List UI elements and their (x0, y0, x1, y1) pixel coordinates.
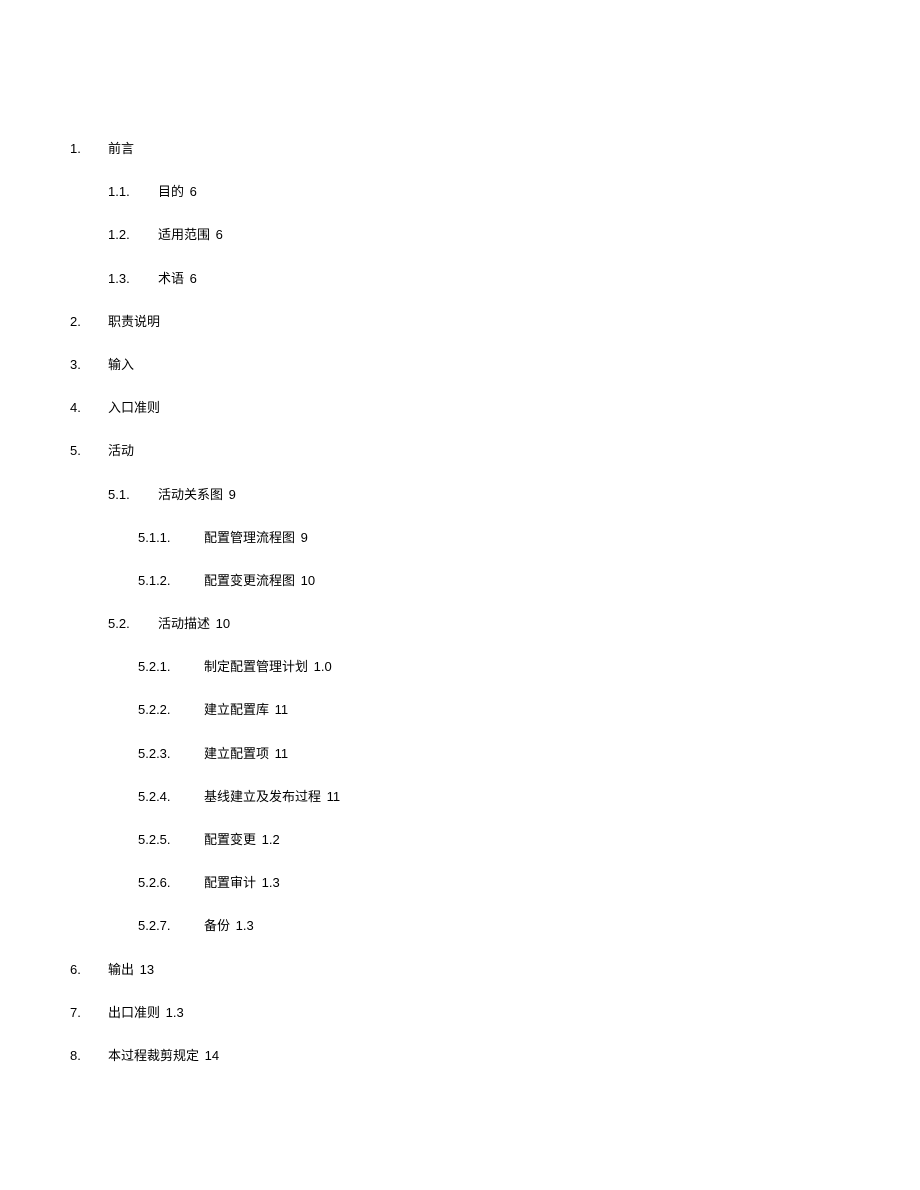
toc-title: 出口准则 (108, 1005, 160, 1020)
toc-title: 配置审计 (204, 875, 256, 890)
toc-entry: 5.2.3. 建立配置项 11 (138, 745, 850, 763)
toc-page: 6 (190, 271, 197, 286)
toc-page: 1.3 (262, 875, 280, 890)
toc-page: 14 (205, 1048, 219, 1063)
toc-title: 配置管理流程图 (204, 530, 295, 545)
toc-page: 10 (301, 573, 315, 588)
toc-number: 5.2.7. (138, 917, 194, 935)
toc-number: 1.3. (108, 270, 148, 288)
toc-page: 9 (229, 487, 236, 502)
toc-page: 9 (301, 530, 308, 545)
toc-title: 配置变更流程图 (204, 573, 295, 588)
toc-entry: 5.2.5. 配置变更 1.2 (138, 831, 850, 849)
toc-entry: 5.2. 活动描述 10 (108, 615, 850, 633)
toc-number: 5.2.5. (138, 831, 194, 849)
toc-title: 活动关系图 (158, 487, 223, 502)
toc-entry: 2. 职责说明 (70, 313, 850, 331)
toc-entry: 8. 本过程裁剪规定 14 (70, 1047, 850, 1065)
toc-title: 输入 (108, 357, 134, 372)
toc-entry: 3. 输入 (70, 356, 850, 374)
toc-entry: 4. 入口准则 (70, 399, 850, 417)
toc-title: 输出 (108, 962, 134, 977)
toc-entry: 5. 活动 (70, 442, 850, 460)
toc-entry: 1.1. 目的 6 (108, 183, 850, 201)
toc-entry: 1.2. 适用范围 6 (108, 226, 850, 244)
toc-title: 适用范围 (158, 227, 210, 242)
toc-title: 建立配置项 (204, 746, 269, 761)
toc-title: 职责说明 (108, 314, 160, 329)
toc-title: 活动描述 (158, 616, 210, 631)
toc-number: 5.2.2. (138, 701, 194, 719)
toc-title: 本过程裁剪规定 (108, 1048, 199, 1063)
toc-number: 5.2.3. (138, 745, 194, 763)
toc-title: 基线建立及发布过程 (204, 789, 321, 804)
toc-page: 11 (327, 789, 341, 804)
toc-entry: 7. 出口准则 1.3 (70, 1004, 850, 1022)
toc-page: 11 (275, 702, 289, 717)
toc-number: 5.2.4. (138, 788, 194, 806)
toc-title: 目的 (158, 184, 184, 199)
toc-number: 5.1. (108, 486, 148, 504)
toc-number: 5. (70, 442, 98, 460)
toc-page: 6 (190, 184, 197, 199)
toc-title: 配置变更 (204, 832, 256, 847)
toc-entry: 5.1. 活动关系图 9 (108, 486, 850, 504)
toc-number: 1.2. (108, 226, 148, 244)
toc-entry: 1. 前言 (70, 140, 850, 158)
toc-title: 术语 (158, 271, 184, 286)
toc-entry: 6. 输出 13 (70, 961, 850, 979)
toc-number: 4. (70, 399, 98, 417)
toc-number: 5.2.6. (138, 874, 194, 892)
toc-number: 7. (70, 1004, 98, 1022)
toc-page: 1.2 (262, 832, 280, 847)
toc-number: 5.2. (108, 615, 148, 633)
toc-page: 1.0 (314, 659, 332, 674)
toc-title: 活动 (108, 443, 134, 458)
toc-entry: 5.2.7. 备份 1.3 (138, 917, 850, 935)
toc-entry: 5.1.2. 配置变更流程图 10 (138, 572, 850, 590)
toc-entry: 1.3. 术语 6 (108, 270, 850, 288)
toc-number: 2. (70, 313, 98, 331)
toc-title: 备份 (204, 918, 230, 933)
toc-entry: 5.2.1. 制定配置管理计划 1.0 (138, 658, 850, 676)
toc-entry: 5.1.1. 配置管理流程图 9 (138, 529, 850, 547)
toc-number: 5.1.2. (138, 572, 194, 590)
toc-number: 1.1. (108, 183, 148, 201)
toc-number: 8. (70, 1047, 98, 1065)
toc-entry: 5.2.6. 配置审计 1.3 (138, 874, 850, 892)
toc-page: 10 (216, 616, 230, 631)
toc-title: 建立配置库 (204, 702, 269, 717)
toc-number: 3. (70, 356, 98, 374)
toc-entry: 5.2.4. 基线建立及发布过程 11 (138, 788, 850, 806)
toc-page: 1.3 (166, 1005, 184, 1020)
toc-page: 11 (275, 746, 289, 761)
toc-entry: 5.2.2. 建立配置库 11 (138, 701, 850, 719)
toc-page: 1.3 (236, 918, 254, 933)
toc-number: 1. (70, 140, 98, 158)
toc-number: 5.1.1. (138, 529, 194, 547)
toc-title: 前言 (108, 141, 134, 156)
toc-page: 6 (216, 227, 223, 242)
toc-number: 6. (70, 961, 98, 979)
table-of-contents: 1. 前言 1.1. 目的 6 1.2. 适用范围 6 1.3. 术语 6 2. 职责说明 3. 输入… (70, 140, 850, 1065)
toc-title: 制定配置管理计划 (204, 659, 308, 674)
toc-title: 入口准则 (108, 400, 160, 415)
toc-page: 13 (140, 962, 154, 977)
toc-number: 5.2.1. (138, 658, 194, 676)
